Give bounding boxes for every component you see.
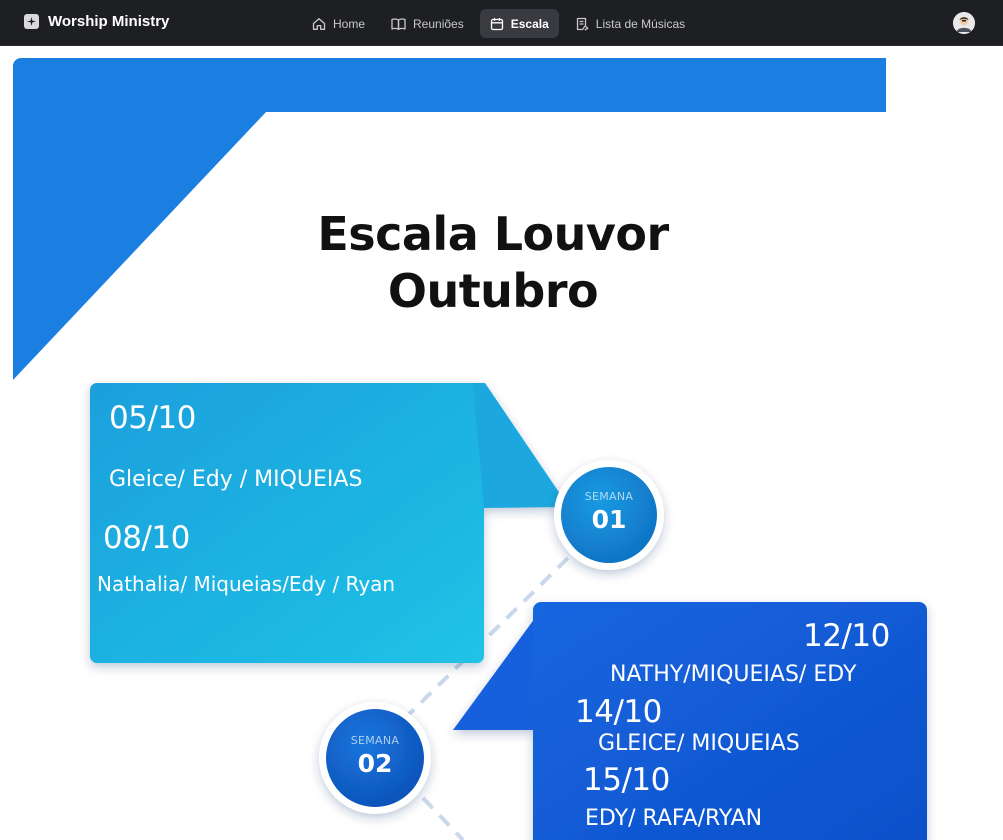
nav-home-label: Home [333,16,366,31]
top-navbar: Worship Ministry Home Reuniões Escala Li… [0,0,1003,46]
book-open-icon [391,17,406,31]
nav-reunioes-label: Reuniões [413,16,464,31]
brand[interactable]: Worship Ministry [24,13,169,30]
poster-title-line1: Escala Louvor [317,207,669,261]
week2-names-2: GLEICE/ MIQUEIAS [598,731,800,756]
nav-home[interactable]: Home [302,9,375,38]
nav-escala[interactable]: Escala [479,9,559,38]
brand-name: Worship Ministry [48,13,170,30]
connector-line [421,796,465,840]
user-avatar[interactable] [953,12,975,34]
week2-date-1: 12/10 [803,618,890,654]
list-document-icon [575,17,589,31]
week2-names-1: NATHY/MIQUEIAS/ EDY [610,662,857,687]
week1-names-2: Nathalia/ Miqueias/Edy / Ryan [97,572,396,596]
week1-names-1: Gleice/ Edy / MIQUEIAS [109,467,363,492]
home-icon [312,17,326,31]
week2-date-2: 14/10 [575,694,662,730]
calendar-icon [490,17,504,31]
schedule-poster: Escala Louvor Outubro 05/10 Gleice/ Edy … [13,58,1003,840]
poster-artwork [13,58,927,840]
week2-label: SEMANA [350,734,400,747]
poster-title: Escala Louvor Outubro [263,206,723,320]
week1-number: 01 [591,505,627,534]
nav-lista-musicas[interactable]: Lista de Músicas [565,9,695,38]
week2-number: 02 [357,749,393,778]
week2-date-3: 15/10 [583,762,670,798]
week1-label: SEMANA [584,490,634,503]
poster-title-line2: Outubro [387,264,599,318]
week1-date-2: 08/10 [103,520,190,556]
sparkle-music-icon [24,14,39,29]
week2-names-3: EDY/ RAFA/RYAN [585,806,763,831]
week1-date-1: 05/10 [109,400,196,436]
nav-escala-label: Escala [510,16,549,31]
nav-reunioes[interactable]: Reuniões [381,9,474,38]
nav-lista-label: Lista de Músicas [595,16,686,31]
main-nav: Home Reuniões Escala Lista de Músicas [302,9,695,38]
